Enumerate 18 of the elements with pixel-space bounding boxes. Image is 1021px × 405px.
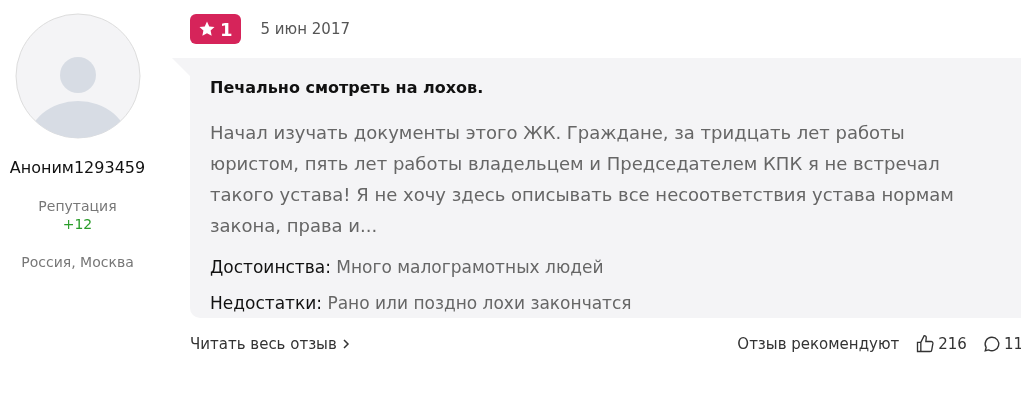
author-name: Аноним1293459 [9, 158, 146, 177]
like-count: 216 [938, 335, 967, 353]
author-location: Россия, Москва [21, 253, 134, 271]
comment-count: 11 [1003, 335, 1021, 353]
review-title: Печально смотреть на лохов. [210, 78, 485, 97]
read-more-link[interactable]: Читать весь отзыв [190, 335, 351, 353]
review-date: 5 июн 2017 [260, 20, 350, 38]
star-icon [198, 20, 216, 38]
thumbs-up-icon[interactable] [915, 334, 936, 354]
rating-badge: 1 [190, 14, 241, 44]
chevron-right-icon [340, 339, 351, 349]
reputation-value: +12 [62, 215, 93, 233]
recommend-label: Отзыв рекомендуют [737, 335, 900, 353]
review-pros: Достоинства: Много малограмотных людей [210, 257, 605, 277]
review-text: Начал изучать документы этого ЖК. Граждане, за тридцать лет работы юристом, пять лет работы владельцем и Председателем КПК я не встречал такого устава! Я не хочу здесь описывать все несоответствия устава нормам закона, права и... [210, 121, 955, 238]
review-cons: Недостатки: Рано или поздно лохи закончатся [210, 293, 633, 313]
comment-icon[interactable] [982, 335, 1001, 353]
reputation-label: Репутация [38, 197, 117, 215]
